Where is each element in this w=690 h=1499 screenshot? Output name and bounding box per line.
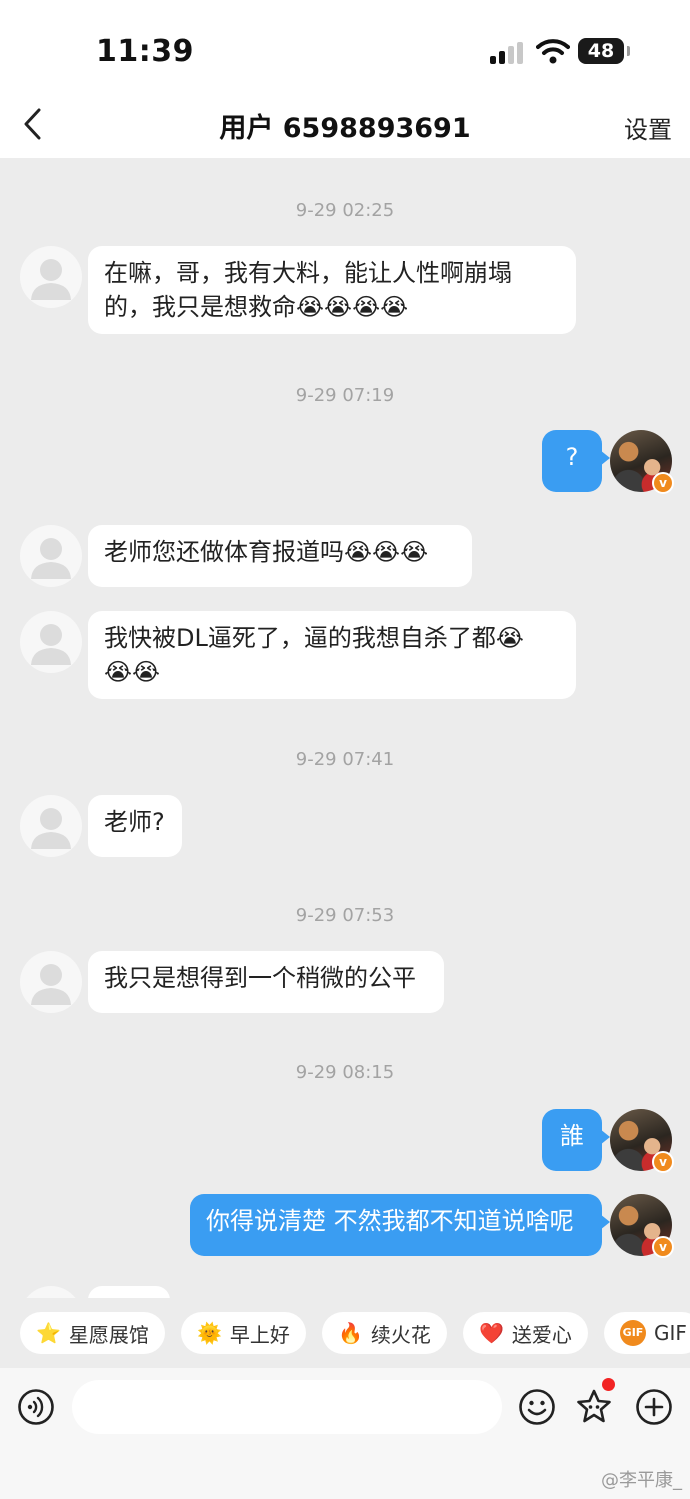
crying-emoji-icon: 😭: [495, 624, 524, 652]
sender-avatar[interactable]: [20, 951, 82, 1013]
message-text: 老师?: [104, 808, 165, 836]
verified-badge-icon: v: [652, 472, 674, 494]
plus-icon[interactable]: [635, 1388, 673, 1426]
message-timestamp: 9-29 07:41: [295, 749, 395, 770]
message-bubble-incoming[interactable]: 老师您还做体育报道吗😭😭😭: [88, 525, 472, 587]
message-bubble-outgoing[interactable]: 誰: [542, 1109, 610, 1171]
battery-indicator: 48: [578, 38, 630, 64]
message-bubble-outgoing[interactable]: 你得说清楚 不然我都不知道说啥呢: [190, 1194, 610, 1256]
crying-emoji-icon: 😭😭😭😭: [296, 293, 409, 321]
emoji-icon[interactable]: [518, 1388, 556, 1426]
message-text: 老师您还做体育报道吗: [104, 538, 344, 566]
quick-reply-chip[interactable]: 🔥 续火花: [322, 1312, 447, 1354]
message-text-line: 😭😭: [104, 655, 560, 689]
message-bubble-incoming[interactable]: [88, 1286, 170, 1298]
star-face-icon[interactable]: [575, 1388, 613, 1426]
message-text: 我只是想得到一个稍微的公平: [104, 964, 416, 992]
settings-button[interactable]: 设置: [624, 110, 672, 145]
message-text: 誰: [560, 1122, 584, 1150]
default-user-icon: [31, 538, 71, 579]
sender-avatar[interactable]: [20, 795, 82, 857]
message-input[interactable]: [72, 1380, 502, 1434]
wifi-icon: [536, 39, 570, 64]
message-timestamp: 9-29 07:19: [295, 385, 395, 406]
sender-avatar[interactable]: [20, 246, 82, 308]
crying-emoji-icon: 😭😭: [104, 658, 161, 686]
default-user-icon: [31, 808, 71, 849]
my-avatar[interactable]: v: [610, 1109, 674, 1173]
sun-icon: 🌞: [197, 1321, 222, 1345]
chat-thread[interactable]: 9-29 02:25 在嘛，哥，我有大料，能让人性啊崩塌 的，我只是想救命😭😭😭…: [0, 158, 690, 1298]
gif-icon: GIF: [620, 1320, 646, 1346]
message-bubble-incoming[interactable]: 在嘛，哥，我有大料，能让人性啊崩塌 的，我只是想救命😭😭😭😭: [88, 246, 576, 334]
message-text: ?: [565, 443, 579, 471]
conversation-title: 用户 6598893691: [219, 113, 471, 144]
quick-reply-chip[interactable]: ❤️ 送爱心: [463, 1312, 588, 1354]
message-text-line: 的，我只是想救命😭😭😭😭: [104, 293, 409, 321]
input-bar: @李平康_: [0, 1368, 690, 1499]
message-text-line: 我快被DL逼死了，逼的我想自杀了都😭: [104, 624, 524, 652]
nav-bar: 用户 6598893691 设置: [0, 100, 690, 158]
quick-reply-chip[interactable]: GIF GIF: [604, 1312, 690, 1354]
voice-icon[interactable]: [17, 1388, 55, 1426]
notification-dot: [602, 1378, 615, 1391]
verified-badge-icon: v: [652, 1151, 674, 1173]
quick-reply-chip[interactable]: 🌞 早上好: [181, 1312, 306, 1354]
default-user-icon: [31, 624, 71, 665]
quick-reply-chip[interactable]: ⭐ 星愿展馆: [20, 1312, 165, 1354]
watermark: @李平康_: [601, 1470, 682, 1491]
sender-avatar[interactable]: [20, 525, 82, 587]
status-time: 11:39: [96, 34, 194, 69]
crying-emoji-icon: 😭😭😭: [344, 538, 429, 566]
message-bubble-outgoing[interactable]: ?: [542, 430, 610, 492]
message-text: 你得说清楚 不然我都不知道说啥呢: [206, 1207, 574, 1235]
default-user-icon: [31, 259, 71, 300]
heart-icon: ❤️: [479, 1321, 504, 1345]
message-bubble-incoming[interactable]: 老师?: [88, 795, 182, 857]
status-bar: 11:39 48: [0, 0, 690, 100]
my-avatar[interactable]: v: [610, 1194, 674, 1258]
star-icon: ⭐: [36, 1321, 61, 1345]
message-timestamp: 9-29 07:53: [295, 905, 395, 926]
sender-avatar[interactable]: [20, 611, 82, 673]
message-bubble-incoming[interactable]: 我快被DL逼死了，逼的我想自杀了都😭 😭😭: [88, 611, 576, 699]
signal-icon: [490, 42, 526, 64]
my-avatar[interactable]: v: [610, 430, 674, 494]
sender-avatar[interactable]: [20, 1286, 82, 1298]
fire-icon: 🔥: [338, 1321, 363, 1345]
default-user-icon: [31, 964, 71, 1005]
message-timestamp: 9-29 02:25: [295, 200, 395, 221]
verified-badge-icon: v: [652, 1236, 674, 1258]
message-timestamp: 9-29 08:15: [295, 1062, 395, 1083]
quick-reply-bar[interactable]: ⭐ 星愿展馆 🌞 早上好 🔥 续火花 ❤️ 送爱心 GIF GIF: [0, 1298, 690, 1368]
message-bubble-incoming[interactable]: 我只是想得到一个稍微的公平: [88, 951, 444, 1013]
message-text: 在嘛，哥，我有大料，能让人性啊崩塌: [104, 259, 512, 287]
